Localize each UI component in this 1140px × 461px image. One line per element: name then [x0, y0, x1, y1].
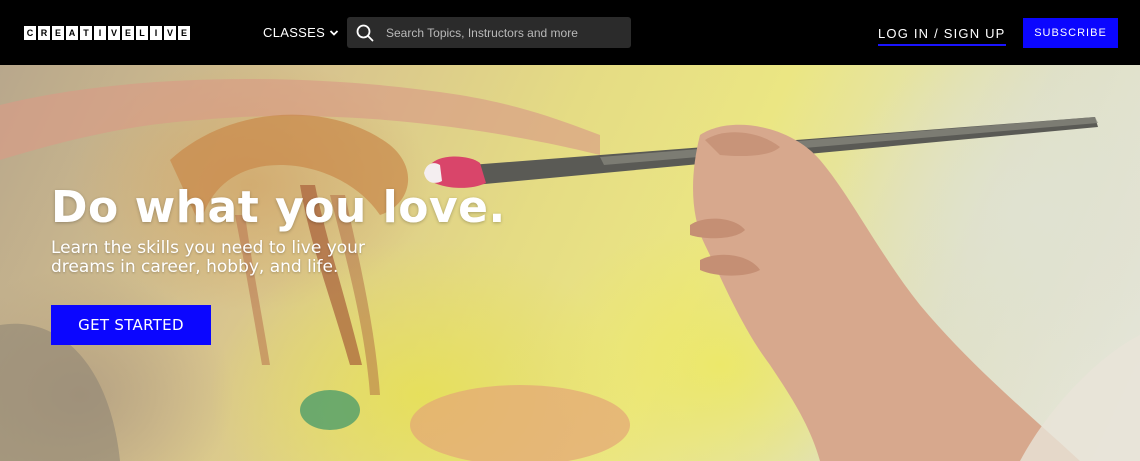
logo-letter: L — [136, 26, 148, 40]
hero-headline: Do what you love. — [51, 182, 506, 233]
logo-letter: A — [66, 26, 78, 40]
logo-letter: I — [150, 26, 162, 40]
classes-menu-label: CLASSES — [263, 25, 326, 40]
logo-letter: E — [178, 26, 190, 40]
chevron-down-icon — [329, 29, 339, 36]
logo-letter: E — [52, 26, 64, 40]
subscribe-button[interactable]: SUBSCRIBE — [1023, 18, 1118, 48]
hero-text-block: Do what you love. Learn the skills you n… — [51, 183, 506, 277]
logo-letter: V — [108, 26, 120, 40]
get-started-button[interactable]: GET STARTED — [51, 305, 211, 345]
logo-letter: I — [94, 26, 106, 40]
logo-letter: E — [122, 26, 134, 40]
logo-letter: T — [80, 26, 92, 40]
search-input[interactable] — [386, 25, 616, 40]
hero-subheadline: Learn the skills you need to live your d… — [51, 238, 365, 277]
classes-menu-button[interactable]: CLASSES — [263, 25, 339, 40]
search-icon — [356, 24, 374, 41]
search-bar[interactable] — [347, 17, 631, 48]
logo-letter: R — [38, 26, 50, 40]
login-signup-link[interactable]: LOG IN / SIGN UP — [878, 26, 1006, 46]
logo-letter: C — [24, 26, 36, 40]
creativelive-logo[interactable]: CREATIVELIVE — [24, 26, 190, 40]
top-navigation-bar: CREATIVELIVE CLASSES LOG IN / SIGN UP SU… — [0, 0, 1140, 65]
hero-banner: Do what you love. Learn the skills you n… — [0, 65, 1140, 461]
logo-letter: V — [164, 26, 176, 40]
